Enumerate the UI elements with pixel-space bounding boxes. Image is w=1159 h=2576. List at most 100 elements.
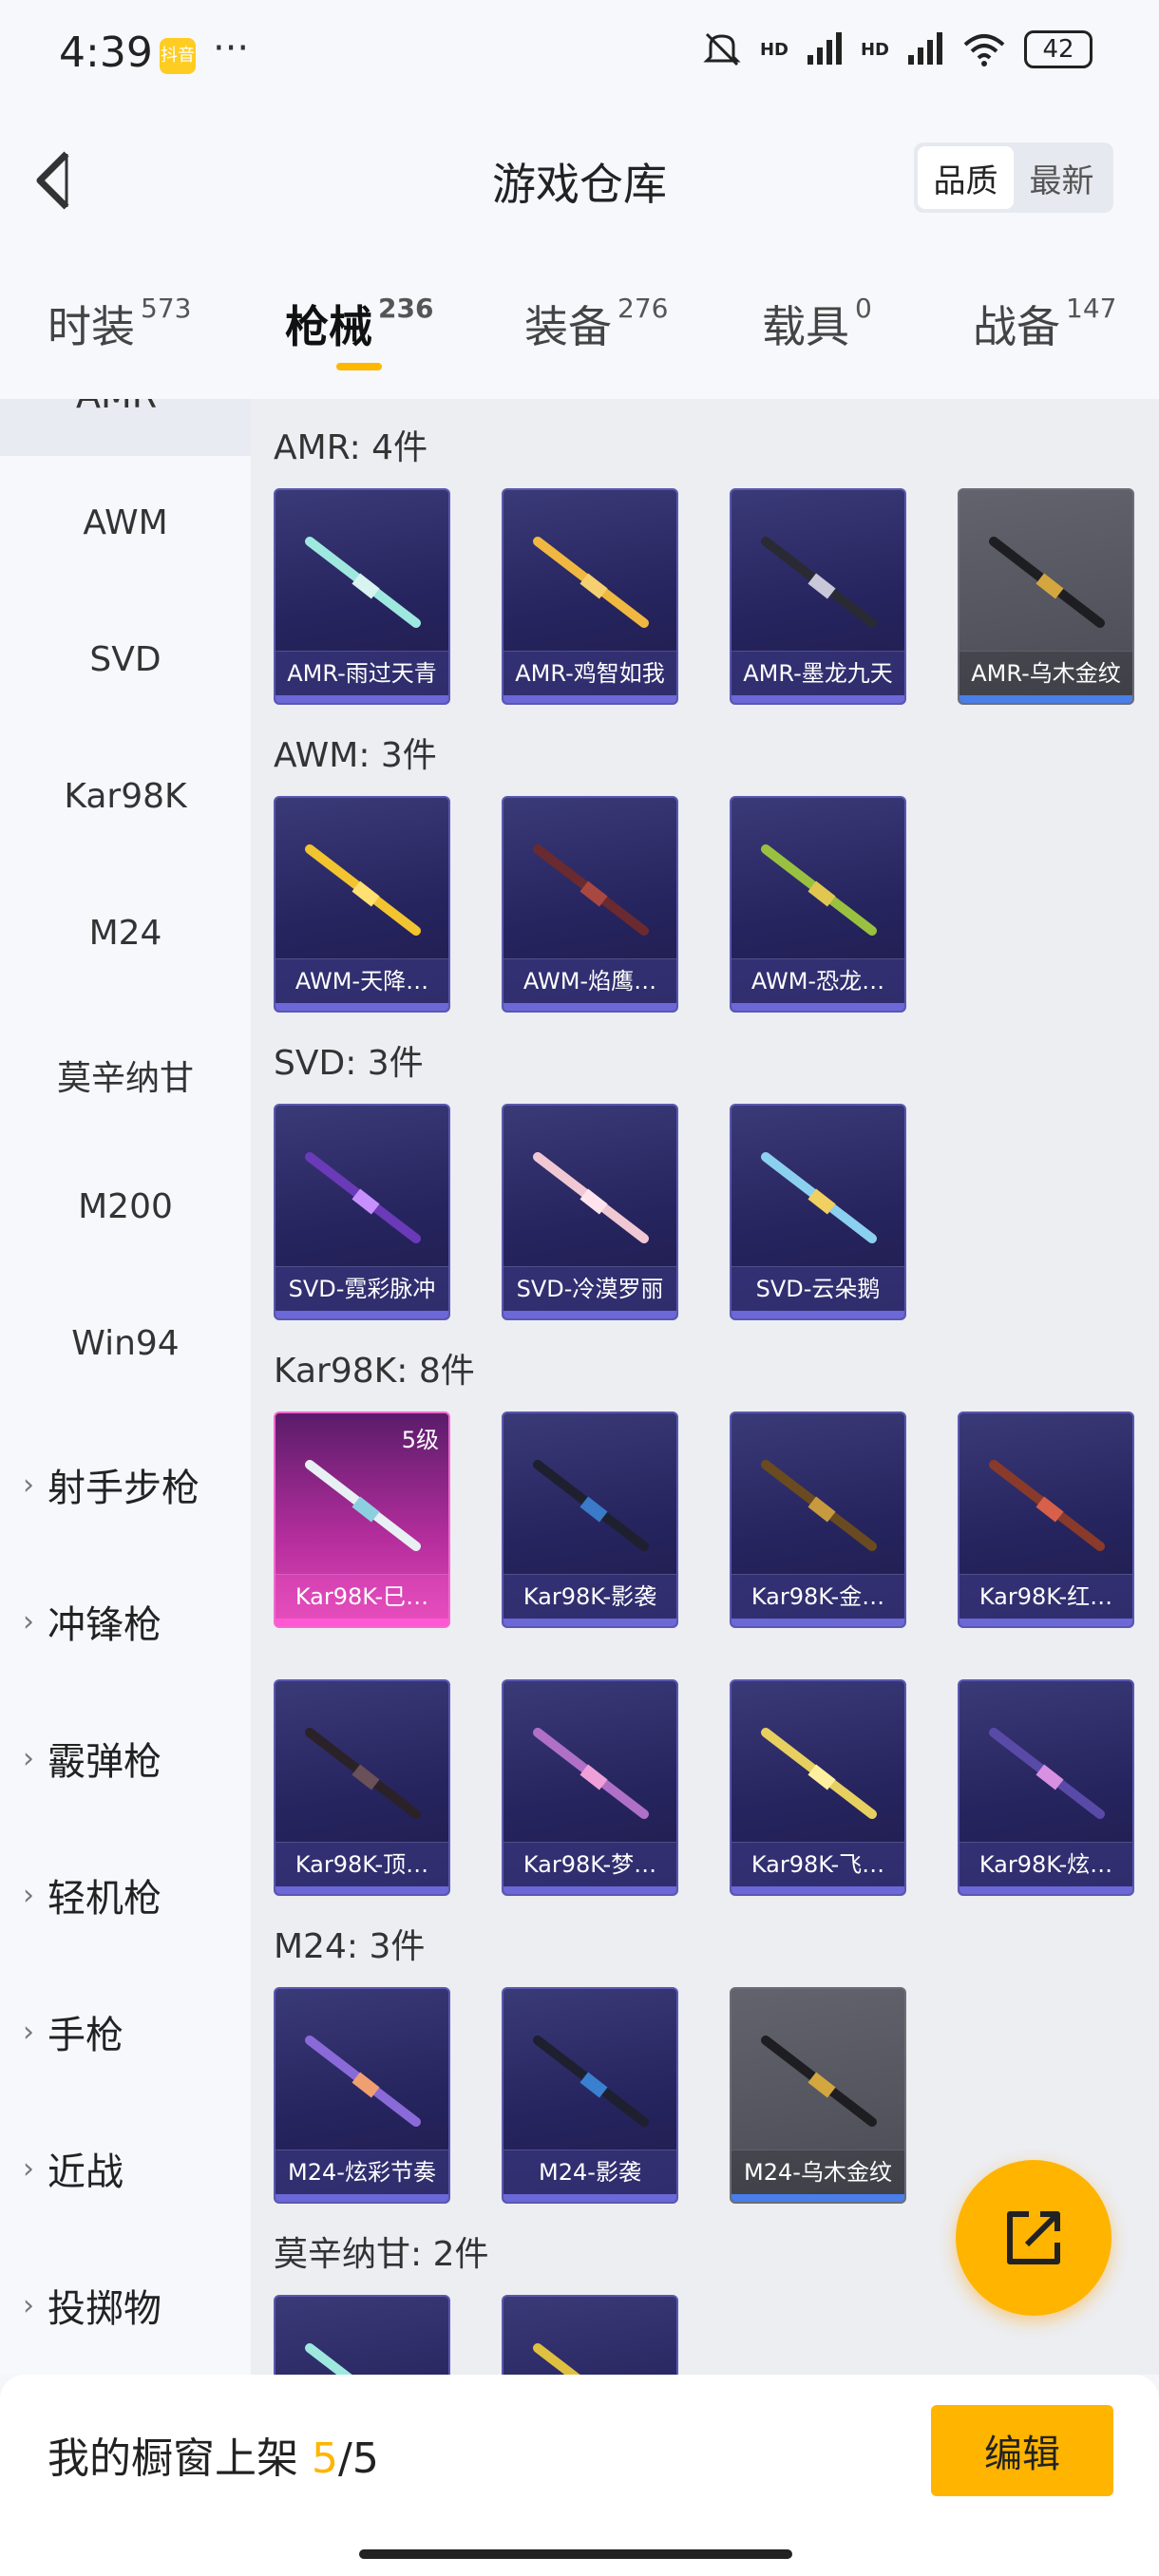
rarity-bar [504,1311,676,1318]
weapon-name: AMR-乌木金纹 [960,651,1132,695]
weapon-card[interactable]: Kar98K-顶… [274,1679,450,1896]
weapon-card[interactable]: AMR-墨龙九天 [730,488,906,705]
rarity-bar [960,1619,1132,1626]
sidebar-item-amr[interactable]: AMR [0,399,251,456]
weapon-name: AWM-天降… [276,958,448,1003]
tab-vehicles[interactable]: 载具 0 [762,293,872,355]
rifle-icon [533,2036,649,2127]
hd-icon-2: HD [860,39,889,60]
weapon-card[interactable]: AWM-焰鹰… [502,796,678,1013]
weapon-card[interactable]: M24-乌木金纹 [730,1987,906,2204]
sidebar-group-melee[interactable]: › 近战 [23,2141,124,2196]
rarity-bar [732,1311,904,1318]
weapon-card[interactable]: Kar98K-影袭 [502,1411,678,1628]
weapon-card[interactable]: 5级 Kar98K-巳… [274,1411,450,1628]
edit-button[interactable]: 编辑 [931,2405,1113,2496]
section-title: SVD: 3件 [274,1044,424,1083]
rifle-icon [305,2036,421,2127]
showcase-label: 我的橱窗上架 [48,2434,312,2483]
weapon-card[interactable]: AMR-雨过天青 [274,488,450,705]
rarity-bar [276,695,448,703]
weapon-card[interactable]: Kar98K-金… [730,1411,906,1628]
weapon-name: AWM-焰鹰… [504,958,676,1003]
rifle-icon [761,537,877,628]
rarity-bar [504,1003,676,1011]
home-indicator[interactable] [359,2549,792,2559]
rifle-icon [989,1460,1105,1551]
rifle-icon [305,844,421,936]
sidebar-item-m200[interactable]: M200 [0,1187,251,1226]
sidebar-group-label: 投掷物 [48,2287,162,2331]
sidebar-item-mosin[interactable]: 莫辛纳甘 [0,1051,251,1100]
weapon-card[interactable]: AMR-乌木金纹 [958,488,1134,705]
sidebar-item-svd[interactable]: SVD [0,640,251,679]
sidebar-item-m24[interactable]: M24 [0,914,251,953]
rarity-bar [276,1003,448,1011]
rifle-icon [761,1728,877,1819]
sidebar-group-pistol[interactable]: › 手枪 [23,2004,124,2059]
chevron-right-icon: › [23,2288,34,2322]
hd-icon: HD [759,39,788,60]
rifle-icon [533,1152,649,1243]
weapon-name: AMR-鸡智如我 [504,651,676,695]
sidebar-item-awm[interactable]: AWM [0,503,251,542]
weapon-name: M24-炫彩节奏 [276,2150,448,2194]
sidebar-item-kar98k[interactable]: Kar98K [0,777,251,816]
weapon-card[interactable] [274,2295,450,2375]
weapon-card[interactable]: Kar98K-飞… [730,1679,906,1896]
section-title: AWM: 3件 [274,736,437,775]
weapon-card[interactable]: Kar98K-梦… [502,1679,678,1896]
weapon-name: Kar98K-顶… [276,1842,448,1886]
sort-quality-button[interactable]: 品质 [918,146,1014,209]
rifle-icon [761,844,877,936]
share-button[interactable] [956,2160,1112,2316]
tab-equipment[interactable]: 装备 276 [524,293,668,355]
weapon-card[interactable]: Kar98K-红… [958,1411,1134,1628]
rarity-bar [504,695,676,703]
section-title: 莫辛纳甘: 2件 [274,2235,489,2274]
tab-count: 573 [141,293,192,324]
wifi-icon [963,34,1005,66]
tab-count: 147 [1066,293,1117,324]
rifle-icon [989,1728,1105,1819]
tab-gear[interactable]: 战备 147 [973,293,1116,355]
sidebar-item-win94[interactable]: Win94 [0,1324,251,1363]
weapon-card[interactable]: Kar98K-炫… [958,1679,1134,1896]
sort-toggle: 品质 最新 [914,142,1113,213]
weapon-name: AMR-墨龙九天 [732,651,904,695]
weapon-card[interactable]: SVD-霓彩脉冲 [274,1104,450,1320]
sidebar-group-throwable[interactable]: › 投掷物 [23,2278,162,2333]
weapon-name: AMR-雨过天青 [276,651,448,695]
battery-icon: 42 [1024,30,1092,68]
rifle-icon [533,1728,649,1819]
weapon-card[interactable] [502,2295,678,2375]
weapon-card[interactable]: M24-炫彩节奏 [274,1987,450,2204]
rifle-icon [761,2036,877,2127]
weapon-card[interactable]: AWM-恐龙… [730,796,906,1013]
rarity-bar [276,1886,448,1894]
rifle-icon [761,1460,877,1551]
weapon-card[interactable]: AWM-天降… [274,796,450,1013]
sidebar-group-dmr[interactable]: › 射手步枪 [23,1457,200,1512]
sidebar-group-label: 近战 [48,2150,124,2194]
section-title: AMR: 4件 [274,428,428,467]
rarity-bar [732,1886,904,1894]
tab-fashion[interactable]: 时装 573 [48,293,191,355]
weapon-card[interactable]: SVD-云朵鹅 [730,1104,906,1320]
weapon-name: M24-影袭 [504,2150,676,2194]
tab-count: 0 [855,293,872,324]
status-bar: 4:39 抖音 ··· HD HD 42 [0,0,1159,114]
weapon-card[interactable]: SVD-冷漠罗丽 [502,1104,678,1320]
weapon-card[interactable]: AMR-鸡智如我 [502,488,678,705]
sidebar-group-shotgun[interactable]: › 霰弹枪 [23,1731,162,1786]
sort-latest-button[interactable]: 最新 [1014,146,1110,209]
tab-guns[interactable]: 枪械 236 [285,293,433,355]
rifle-icon [989,537,1105,628]
weapon-name: AWM-恐龙… [732,958,904,1003]
sidebar-group-label: 冲锋枪 [48,1603,162,1647]
sidebar-group-smg[interactable]: › 冲锋枪 [23,1594,162,1649]
share-icon [1007,2211,1060,2264]
sidebar-group-lmg[interactable]: › 轻机枪 [23,1867,162,1923]
rarity-bar [732,1003,904,1011]
weapon-card[interactable]: M24-影袭 [502,1987,678,2204]
